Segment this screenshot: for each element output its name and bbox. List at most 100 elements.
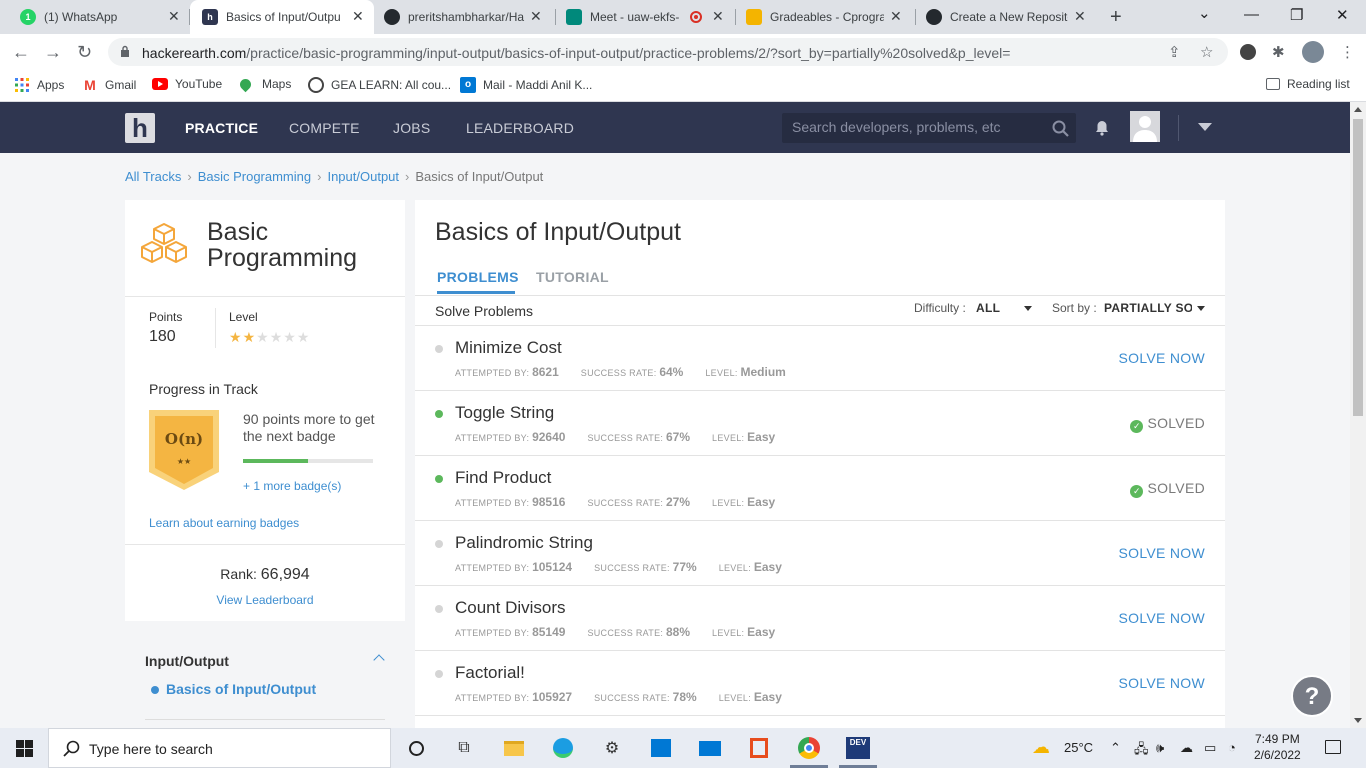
- minimize-icon[interactable]: —: [1244, 6, 1259, 23]
- nav-practice[interactable]: PRACTICE: [185, 120, 258, 136]
- close-window-icon[interactable]: ✕: [1336, 6, 1349, 24]
- difficulty-caret-icon[interactable]: [1024, 306, 1032, 311]
- reading-list-button[interactable]: Reading list: [1266, 77, 1350, 91]
- problem-row[interactable]: Find Product ATTEMPTED BY: 98516 SUCCESS R…: [415, 456, 1225, 521]
- nav-section-input-output[interactable]: Input/Output: [145, 653, 229, 669]
- edge-icon[interactable]: [551, 736, 575, 760]
- browser-tab-gradeables[interactable]: Gradeables - Cprogran ✕: [736, 0, 916, 34]
- view-leaderboard-link[interactable]: View Leaderboard: [216, 593, 313, 607]
- bookmark-gmail[interactable]: M Gmail: [82, 77, 136, 93]
- office-icon[interactable]: [747, 736, 771, 760]
- problem-row[interactable]: Toggle String ATTEMPTED BY: 92640 SUCCESS …: [415, 391, 1225, 456]
- onedrive-icon[interactable]: ☁: [1180, 740, 1193, 756]
- restore-icon[interactable]: ❐: [1290, 6, 1303, 24]
- more-menu-icon[interactable]: ⋮: [1340, 43, 1358, 61]
- breadcrumb-input-output[interactable]: Input/Output: [327, 169, 399, 184]
- bell-icon[interactable]: [1095, 120, 1109, 136]
- solve-now-button[interactable]: SOLVE NOW: [1119, 610, 1205, 626]
- hackerearth-logo[interactable]: h: [125, 113, 155, 143]
- bookmark-apps[interactable]: Apps: [14, 77, 64, 93]
- browser-tab-meet[interactable]: Meet - uaw-ekfs- ✕: [556, 0, 736, 34]
- close-tab-icon[interactable]: ✕: [352, 8, 364, 25]
- battery-icon[interactable]: ▭: [1204, 740, 1216, 756]
- problem-name[interactable]: Palindromic String: [455, 533, 593, 553]
- reload-icon[interactable]: ↻: [77, 42, 92, 63]
- chrome-icon[interactable]: [797, 736, 821, 760]
- file-explorer-icon[interactable]: [502, 736, 526, 760]
- tab-problems[interactable]: PROBLEMS: [437, 269, 519, 285]
- browser-tab-github-prerit[interactable]: preritshambharkar/Ha ✕: [374, 0, 556, 34]
- task-view-icon[interactable]: ⧉: [452, 736, 476, 760]
- back-icon[interactable]: ←: [12, 42, 30, 63]
- solve-now-button[interactable]: SOLVE NOW: [1119, 545, 1205, 561]
- volume-icon[interactable]: 🕪: [1156, 740, 1164, 756]
- profile-avatar[interactable]: [1302, 41, 1324, 63]
- problem-name[interactable]: Count Divisors: [455, 598, 566, 618]
- tray-chevron-icon[interactable]: ⌃: [1110, 740, 1121, 756]
- site-search-input[interactable]: [792, 119, 1042, 135]
- settings-gear-icon[interactable]: ⚙: [600, 736, 624, 760]
- dev-icon[interactable]: DEV: [846, 736, 870, 760]
- problem-row[interactable]: Factorial! ATTEMPTED BY: 105927 SUCCESS RA…: [415, 651, 1225, 716]
- problem-name[interactable]: Minimize Cost: [455, 338, 562, 358]
- solve-now-button[interactable]: SOLVE NOW: [1119, 350, 1205, 366]
- difficulty-select[interactable]: ALL: [976, 301, 1000, 315]
- close-tab-icon[interactable]: ✕: [712, 8, 724, 25]
- bookmark-youtube[interactable]: YouTube: [152, 77, 222, 91]
- nav-item-basics-io[interactable]: Basics of Input/Output: [166, 681, 316, 697]
- problem-meta: ATTEMPTED BY: 105124 SUCCESS RATE: 77% LEV…: [455, 560, 804, 574]
- problem-row[interactable]: Minimize Cost ATTEMPTED BY: 8621 SUCCESS R…: [415, 326, 1225, 391]
- bookmark-mail[interactable]: o Mail - Maddi Anil K...: [460, 77, 592, 93]
- browser-tab-hackerearth[interactable]: h Basics of Input/Output ✕: [190, 0, 374, 34]
- tab-tutorial[interactable]: TUTORIAL: [536, 269, 609, 285]
- user-avatar[interactable]: [1130, 111, 1160, 142]
- breadcrumb-basic-programming[interactable]: Basic Programming: [198, 169, 311, 184]
- nav-compete[interactable]: COMPETE: [289, 120, 360, 136]
- help-button[interactable]: ?: [1291, 675, 1333, 717]
- puzzle-extensions-icon[interactable]: ✱: [1272, 43, 1290, 61]
- browser-tab-whatsapp[interactable]: 1 (1) WhatsApp ✕: [0, 0, 190, 34]
- windows-start-icon[interactable]: [16, 740, 33, 757]
- temperature[interactable]: 25°C: [1064, 740, 1093, 755]
- close-tab-icon[interactable]: ✕: [890, 8, 902, 25]
- sort-caret-icon[interactable]: [1197, 306, 1205, 311]
- close-tab-icon[interactable]: ✕: [530, 8, 542, 25]
- more-badges-link[interactable]: + 1 more badge(s): [243, 479, 341, 493]
- search-icon[interactable]: [1052, 120, 1069, 137]
- account-dropdown-icon[interactable]: [1198, 123, 1212, 131]
- solve-now-button[interactable]: SOLVE NOW: [1119, 675, 1205, 691]
- notifications-icon[interactable]: [1325, 740, 1341, 754]
- share-icon[interactable]: ⇪: [1168, 43, 1186, 61]
- nav-leaderboard[interactable]: LEADERBOARD: [466, 120, 574, 136]
- store-icon[interactable]: [649, 736, 673, 760]
- nav-jobs[interactable]: JOBS: [393, 120, 430, 136]
- close-tab-icon[interactable]: ✕: [1074, 8, 1086, 25]
- problem-row[interactable]: Palindromic String ATTEMPTED BY: 105124 SU…: [415, 521, 1225, 586]
- taskbar-search[interactable]: Type here to search: [48, 728, 391, 768]
- wifi-icon[interactable]: ◔: [1228, 740, 1236, 755]
- new-tab-icon[interactable]: +: [1110, 6, 1122, 29]
- problem-row[interactable]: Count Divisors ATTEMPTED BY: 85149 SUCCESS…: [415, 586, 1225, 651]
- learn-badges-link[interactable]: Learn about earning badges: [149, 516, 299, 530]
- weather-icon[interactable]: ☁: [1032, 737, 1050, 758]
- page-scrollbar[interactable]: [1350, 102, 1366, 728]
- close-tab-icon[interactable]: ✕: [168, 8, 180, 25]
- chevron-up-icon[interactable]: [373, 654, 385, 666]
- bookmark-maps[interactable]: Maps: [237, 76, 291, 92]
- sort-select[interactable]: PARTIALLY SOL: [1104, 301, 1192, 315]
- extension-icon[interactable]: [1240, 44, 1256, 60]
- cortana-icon[interactable]: [404, 736, 428, 760]
- mail-icon[interactable]: [698, 736, 722, 760]
- tab-search-chevron-icon[interactable]: ⌄: [1198, 4, 1211, 22]
- breadcrumb-all-tracks[interactable]: All Tracks: [125, 169, 181, 184]
- problem-name[interactable]: Find Product: [455, 468, 551, 488]
- forward-icon[interactable]: →: [44, 42, 62, 63]
- bookmark-gea-learn[interactable]: GEA LEARN: All cou...: [308, 77, 451, 93]
- bookmark-star-icon[interactable]: ☆: [1200, 43, 1218, 61]
- browser-tab-github-new-repo[interactable]: Create a New Reposito ✕: [916, 0, 1100, 34]
- problem-name[interactable]: Toggle String: [455, 403, 554, 423]
- network-icon[interactable]: 🖧: [1134, 740, 1149, 762]
- address-bar[interactable]: hackerearth.com/practice/basic-programmi…: [108, 38, 1228, 66]
- system-clock[interactable]: 7:49 PM 2/6/2022: [1254, 731, 1301, 763]
- problem-name[interactable]: Factorial!: [455, 663, 525, 683]
